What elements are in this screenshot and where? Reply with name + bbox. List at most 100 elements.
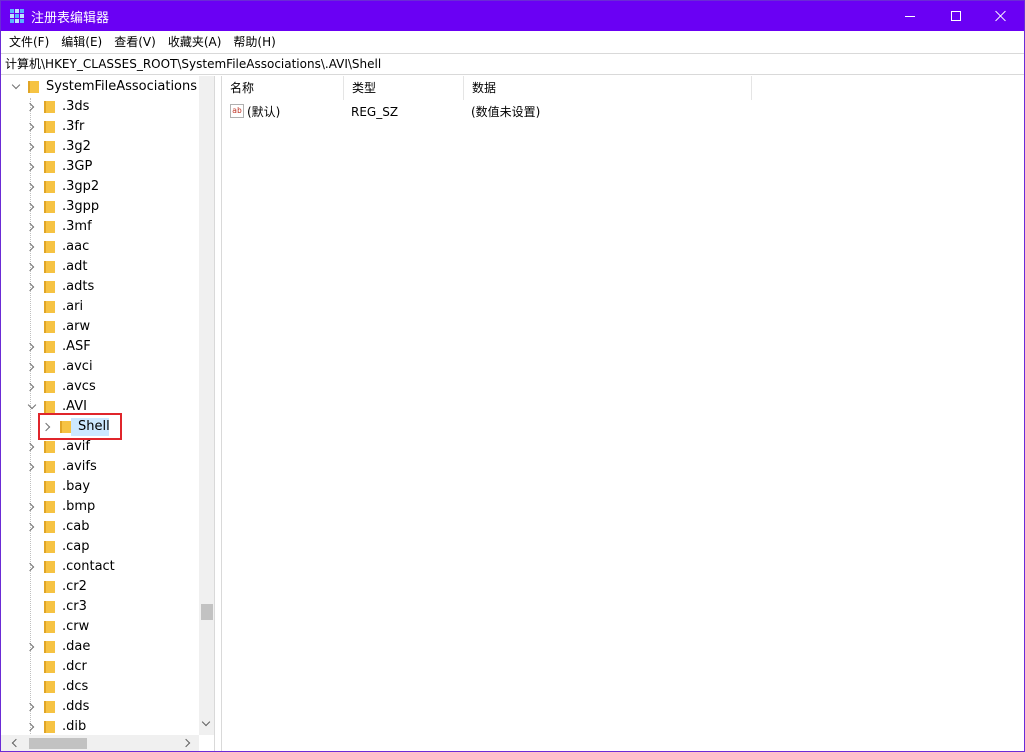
- tree-item[interactable]: .ASF: [1, 337, 199, 357]
- tree-item[interactable]: .cab: [1, 517, 199, 537]
- expand-chevron-icon[interactable]: [25, 262, 35, 272]
- vertical-scroll-thumb[interactable]: [201, 604, 213, 620]
- tree-item[interactable]: .dcs: [1, 677, 199, 697]
- expand-chevron-icon[interactable]: [25, 242, 35, 252]
- column-header-name[interactable]: 名称: [222, 76, 344, 100]
- folder-icon: [44, 161, 55, 173]
- tree-item[interactable]: .dib: [1, 717, 199, 737]
- maximize-button[interactable]: [933, 1, 979, 31]
- folder-icon: [44, 461, 55, 473]
- menu-favorites[interactable]: 收藏夹(A): [162, 31, 228, 53]
- value-row-default[interactable]: ab (默认) REG_SZ (数值未设置): [222, 101, 822, 123]
- tree-item[interactable]: .3fr: [1, 117, 199, 137]
- expand-chevron-icon[interactable]: [25, 522, 35, 532]
- tree-item[interactable]: .cap: [1, 537, 199, 557]
- folder-icon: [44, 381, 55, 393]
- maximize-icon: [951, 11, 961, 21]
- folder-icon: [44, 561, 55, 573]
- menu-help[interactable]: 帮助(H): [227, 31, 281, 53]
- column-header-type[interactable]: 类型: [344, 76, 464, 100]
- folder-icon: [44, 401, 55, 413]
- tree-item[interactable]: .bmp: [1, 497, 199, 517]
- scroll-down-arrow-icon[interactable]: [201, 717, 211, 727]
- expand-chevron-icon[interactable]: [25, 562, 35, 572]
- minimize-icon: [905, 15, 915, 17]
- column-header-data[interactable]: 数据: [464, 76, 752, 100]
- menu-edit[interactable]: 编辑(E): [55, 31, 108, 53]
- value-type: REG_SZ: [351, 105, 399, 119]
- tree-item[interactable]: .3gp2: [1, 177, 199, 197]
- tree-item[interactable]: .aac: [1, 237, 199, 257]
- scroll-left-arrow-icon[interactable]: [11, 738, 21, 748]
- tree-item[interactable]: .avifs: [1, 457, 199, 477]
- expand-chevron-icon[interactable]: [25, 342, 35, 352]
- expand-chevron-icon[interactable]: [25, 722, 35, 732]
- address-bar[interactable]: 计算机\HKEY_CLASSES_ROOT\SystemFileAssociat…: [1, 53, 1024, 75]
- tree-item[interactable]: .adts: [1, 277, 199, 297]
- folder-icon: [44, 181, 55, 193]
- title-bar[interactable]: 注册表编辑器: [1, 1, 1024, 31]
- tree-item[interactable]: .arw: [1, 317, 199, 337]
- expand-chevron-icon[interactable]: [25, 382, 35, 392]
- scroll-right-arrow-icon[interactable]: [181, 738, 191, 748]
- expand-chevron-icon[interactable]: [25, 462, 35, 472]
- expand-chevron-icon[interactable]: [25, 282, 35, 292]
- tree-item[interactable]: .crw: [1, 617, 199, 637]
- folder-icon: [44, 661, 55, 673]
- tree-item[interactable]: .avif: [1, 437, 199, 457]
- tree-item[interactable]: .bay: [1, 477, 199, 497]
- folder-icon: [44, 321, 55, 333]
- values-list-pane[interactable]: 名称 类型 数据 ab (默认) REG_SZ (数值未设置): [221, 76, 1024, 751]
- menu-file[interactable]: 文件(F): [3, 31, 55, 53]
- tree-item[interactable]: .adt: [1, 257, 199, 277]
- tree-item[interactable]: .cr2: [1, 577, 199, 597]
- menu-view[interactable]: 查看(V): [108, 31, 162, 53]
- expand-chevron-icon[interactable]: [25, 702, 35, 712]
- expand-chevron-icon[interactable]: [25, 102, 35, 112]
- tree-item[interactable]: .3ds: [1, 97, 199, 117]
- folder-icon: [44, 721, 55, 733]
- expand-chevron-icon[interactable]: [25, 142, 35, 152]
- minimize-button[interactable]: [887, 1, 933, 31]
- expand-chevron-icon[interactable]: [25, 162, 35, 172]
- collapse-chevron-icon[interactable]: [11, 80, 21, 90]
- expand-chevron-icon[interactable]: [25, 502, 35, 512]
- horizontal-scroll-thumb[interactable]: [29, 738, 87, 749]
- tree-item[interactable]: .3gpp: [1, 197, 199, 217]
- folder-icon: [44, 221, 55, 233]
- folder-icon: [44, 541, 55, 553]
- folder-icon: [44, 141, 55, 153]
- tree-horizontal-scrollbar[interactable]: [1, 735, 199, 751]
- expand-chevron-icon[interactable]: [25, 122, 35, 132]
- tree-item[interactable]: .dcr: [1, 657, 199, 677]
- expand-chevron-icon[interactable]: [25, 642, 35, 652]
- key-tree-pane[interactable]: SystemFileAssociations .3ds .3fr .3g2 .3…: [1, 76, 215, 751]
- expand-chevron-icon[interactable]: [25, 362, 35, 372]
- expand-chevron-icon[interactable]: [25, 182, 35, 192]
- tree-item[interactable]: .dae: [1, 637, 199, 657]
- folder-icon: [44, 681, 55, 693]
- tree-item[interactable]: .3g2: [1, 137, 199, 157]
- expand-chevron-icon[interactable]: [25, 202, 35, 212]
- folder-icon: [44, 121, 55, 133]
- close-button[interactable]: [978, 1, 1024, 31]
- collapse-chevron-icon[interactable]: [27, 400, 37, 410]
- tree-item[interactable]: .ari: [1, 297, 199, 317]
- tree-item[interactable]: .dds: [1, 697, 199, 717]
- expand-chevron-icon[interactable]: [25, 222, 35, 232]
- folder-icon: [44, 101, 55, 113]
- tree-item[interactable]: .3GP: [1, 157, 199, 177]
- tree-item[interactable]: .cr3: [1, 597, 199, 617]
- tree-item[interactable]: .3mf: [1, 217, 199, 237]
- tree-item[interactable]: .avcs: [1, 377, 199, 397]
- tree-vertical-scrollbar[interactable]: [199, 76, 214, 735]
- folder-icon: [44, 481, 55, 493]
- expand-chevron-icon[interactable]: [25, 442, 35, 452]
- tree-item-systemfileassociations[interactable]: SystemFileAssociations: [1, 77, 199, 97]
- folder-icon: [44, 201, 55, 213]
- folder-icon: [44, 501, 55, 513]
- tree-item[interactable]: .avci: [1, 357, 199, 377]
- folder-icon: [44, 261, 55, 273]
- value-data: (数值未设置): [471, 105, 541, 119]
- tree-item[interactable]: .contact: [1, 557, 199, 577]
